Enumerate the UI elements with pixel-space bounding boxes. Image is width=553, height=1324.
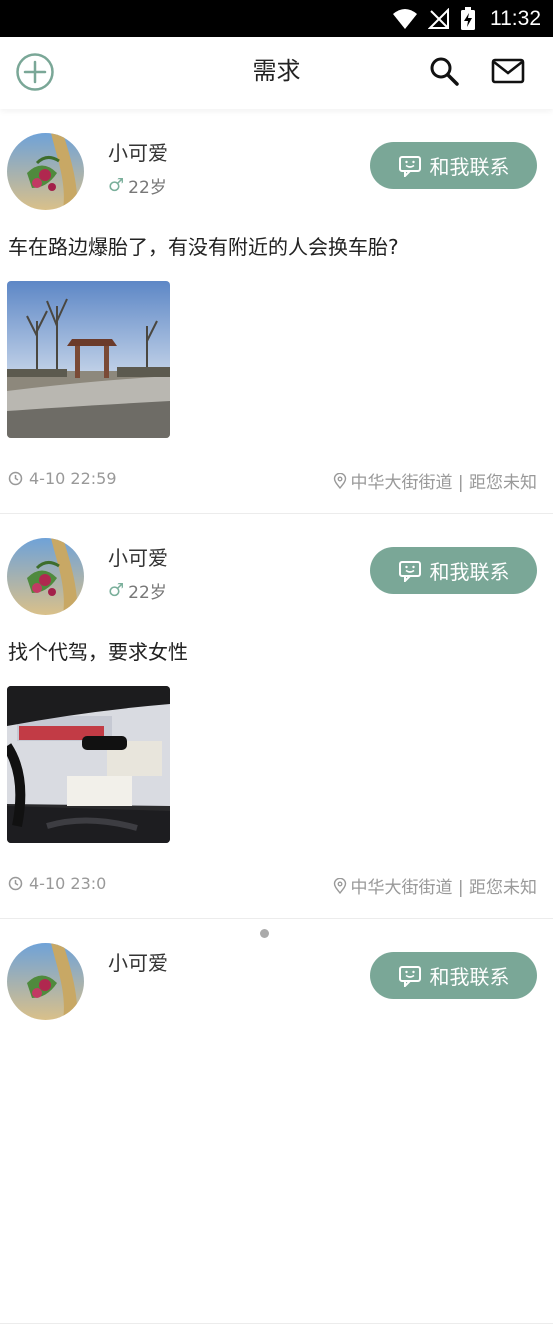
clock-icon — [8, 471, 23, 486]
photo-gate-road — [7, 281, 170, 438]
contact-me-button[interactable]: 和我联系 — [370, 952, 537, 999]
chat-smile-icon — [398, 155, 421, 177]
post-content: 车在路边爆胎了，有没有附近的人会换车胎? — [8, 235, 399, 259]
avatar[interactable] — [7, 538, 84, 615]
post-location-text: 中华大街街道 | 距您未知 — [350, 878, 537, 898]
avatar-image — [7, 133, 84, 210]
contact-me-label: 和我联系 — [429, 560, 510, 584]
location-pin-icon — [334, 877, 347, 894]
search-button[interactable] — [428, 55, 460, 87]
user-age: 22岁 — [128, 583, 167, 603]
search-icon — [430, 57, 459, 86]
photo-car-interior — [7, 686, 170, 843]
user-name: 小可爱 — [108, 546, 168, 570]
user-name: 小可爱 — [108, 951, 168, 975]
post-time-text: 4-10 22:59 — [29, 469, 117, 488]
scroll-indicator-dot — [260, 929, 269, 938]
contact-me-button[interactable]: 和我联系 — [370, 547, 537, 594]
male-icon: ♂ — [108, 175, 125, 196]
post-time: 4-10 23:0 — [8, 874, 106, 893]
app-header: 需求 — [0, 37, 553, 109]
no-signal-icon — [428, 7, 449, 29]
plus-circle-icon — [16, 53, 54, 91]
status-bar: 11:32 — [0, 0, 553, 37]
post-photo[interactable] — [7, 281, 170, 438]
contact-me-button[interactable]: 和我联系 — [370, 142, 537, 189]
battery-charging-icon — [461, 6, 475, 30]
post-card: 小可爱 ♂ 22岁 和我联系 车在路边爆胎了，有没有附近的人会换车胎? 4-10… — [0, 109, 553, 514]
post-time-text: 4-10 23:0 — [29, 874, 107, 893]
post-time: 4-10 22:59 — [8, 469, 117, 488]
demand-feed: 小可爱 ♂ 22岁 和我联系 车在路边爆胎了，有没有附近的人会换车胎? 4-10… — [0, 109, 553, 1324]
chat-smile-icon — [398, 560, 421, 582]
contact-me-label: 和我联系 — [429, 155, 510, 179]
contact-me-label: 和我联系 — [429, 965, 510, 989]
post-photo[interactable] — [7, 686, 170, 843]
clock-icon — [8, 876, 23, 891]
clock-time: 11:32 — [490, 6, 541, 30]
avatar-image — [7, 538, 84, 615]
user-name: 小可爱 — [108, 141, 168, 165]
wifi-icon — [393, 8, 417, 29]
post-card: 小可爱 ♂ 22岁 和我联系 找个代驾，要求女性 4-10 23:0 中华大街街… — [0, 514, 553, 919]
user-age: 22岁 — [128, 178, 167, 198]
chat-smile-icon — [398, 965, 421, 987]
add-button[interactable] — [15, 52, 55, 92]
post-location-text: 中华大街街道 | 距您未知 — [350, 473, 537, 493]
messages-button[interactable] — [490, 55, 526, 87]
user-meta: ♂ 22岁 — [108, 173, 167, 198]
mail-icon — [491, 58, 525, 84]
avatar-image — [7, 943, 84, 1020]
avatar[interactable] — [7, 943, 84, 1020]
location-pin-icon — [334, 472, 347, 489]
male-icon: ♂ — [108, 580, 125, 601]
page-title: 需求 — [252, 57, 301, 85]
post-location: 中华大街街道 | 距您未知 — [333, 468, 537, 493]
post-location: 中华大街街道 | 距您未知 — [333, 873, 537, 898]
avatar[interactable] — [7, 133, 84, 210]
post-content: 找个代驾，要求女性 — [8, 640, 188, 664]
user-meta: ♂ 22岁 — [108, 578, 167, 603]
post-card: 小可爱 和我联系 — [0, 919, 553, 1324]
